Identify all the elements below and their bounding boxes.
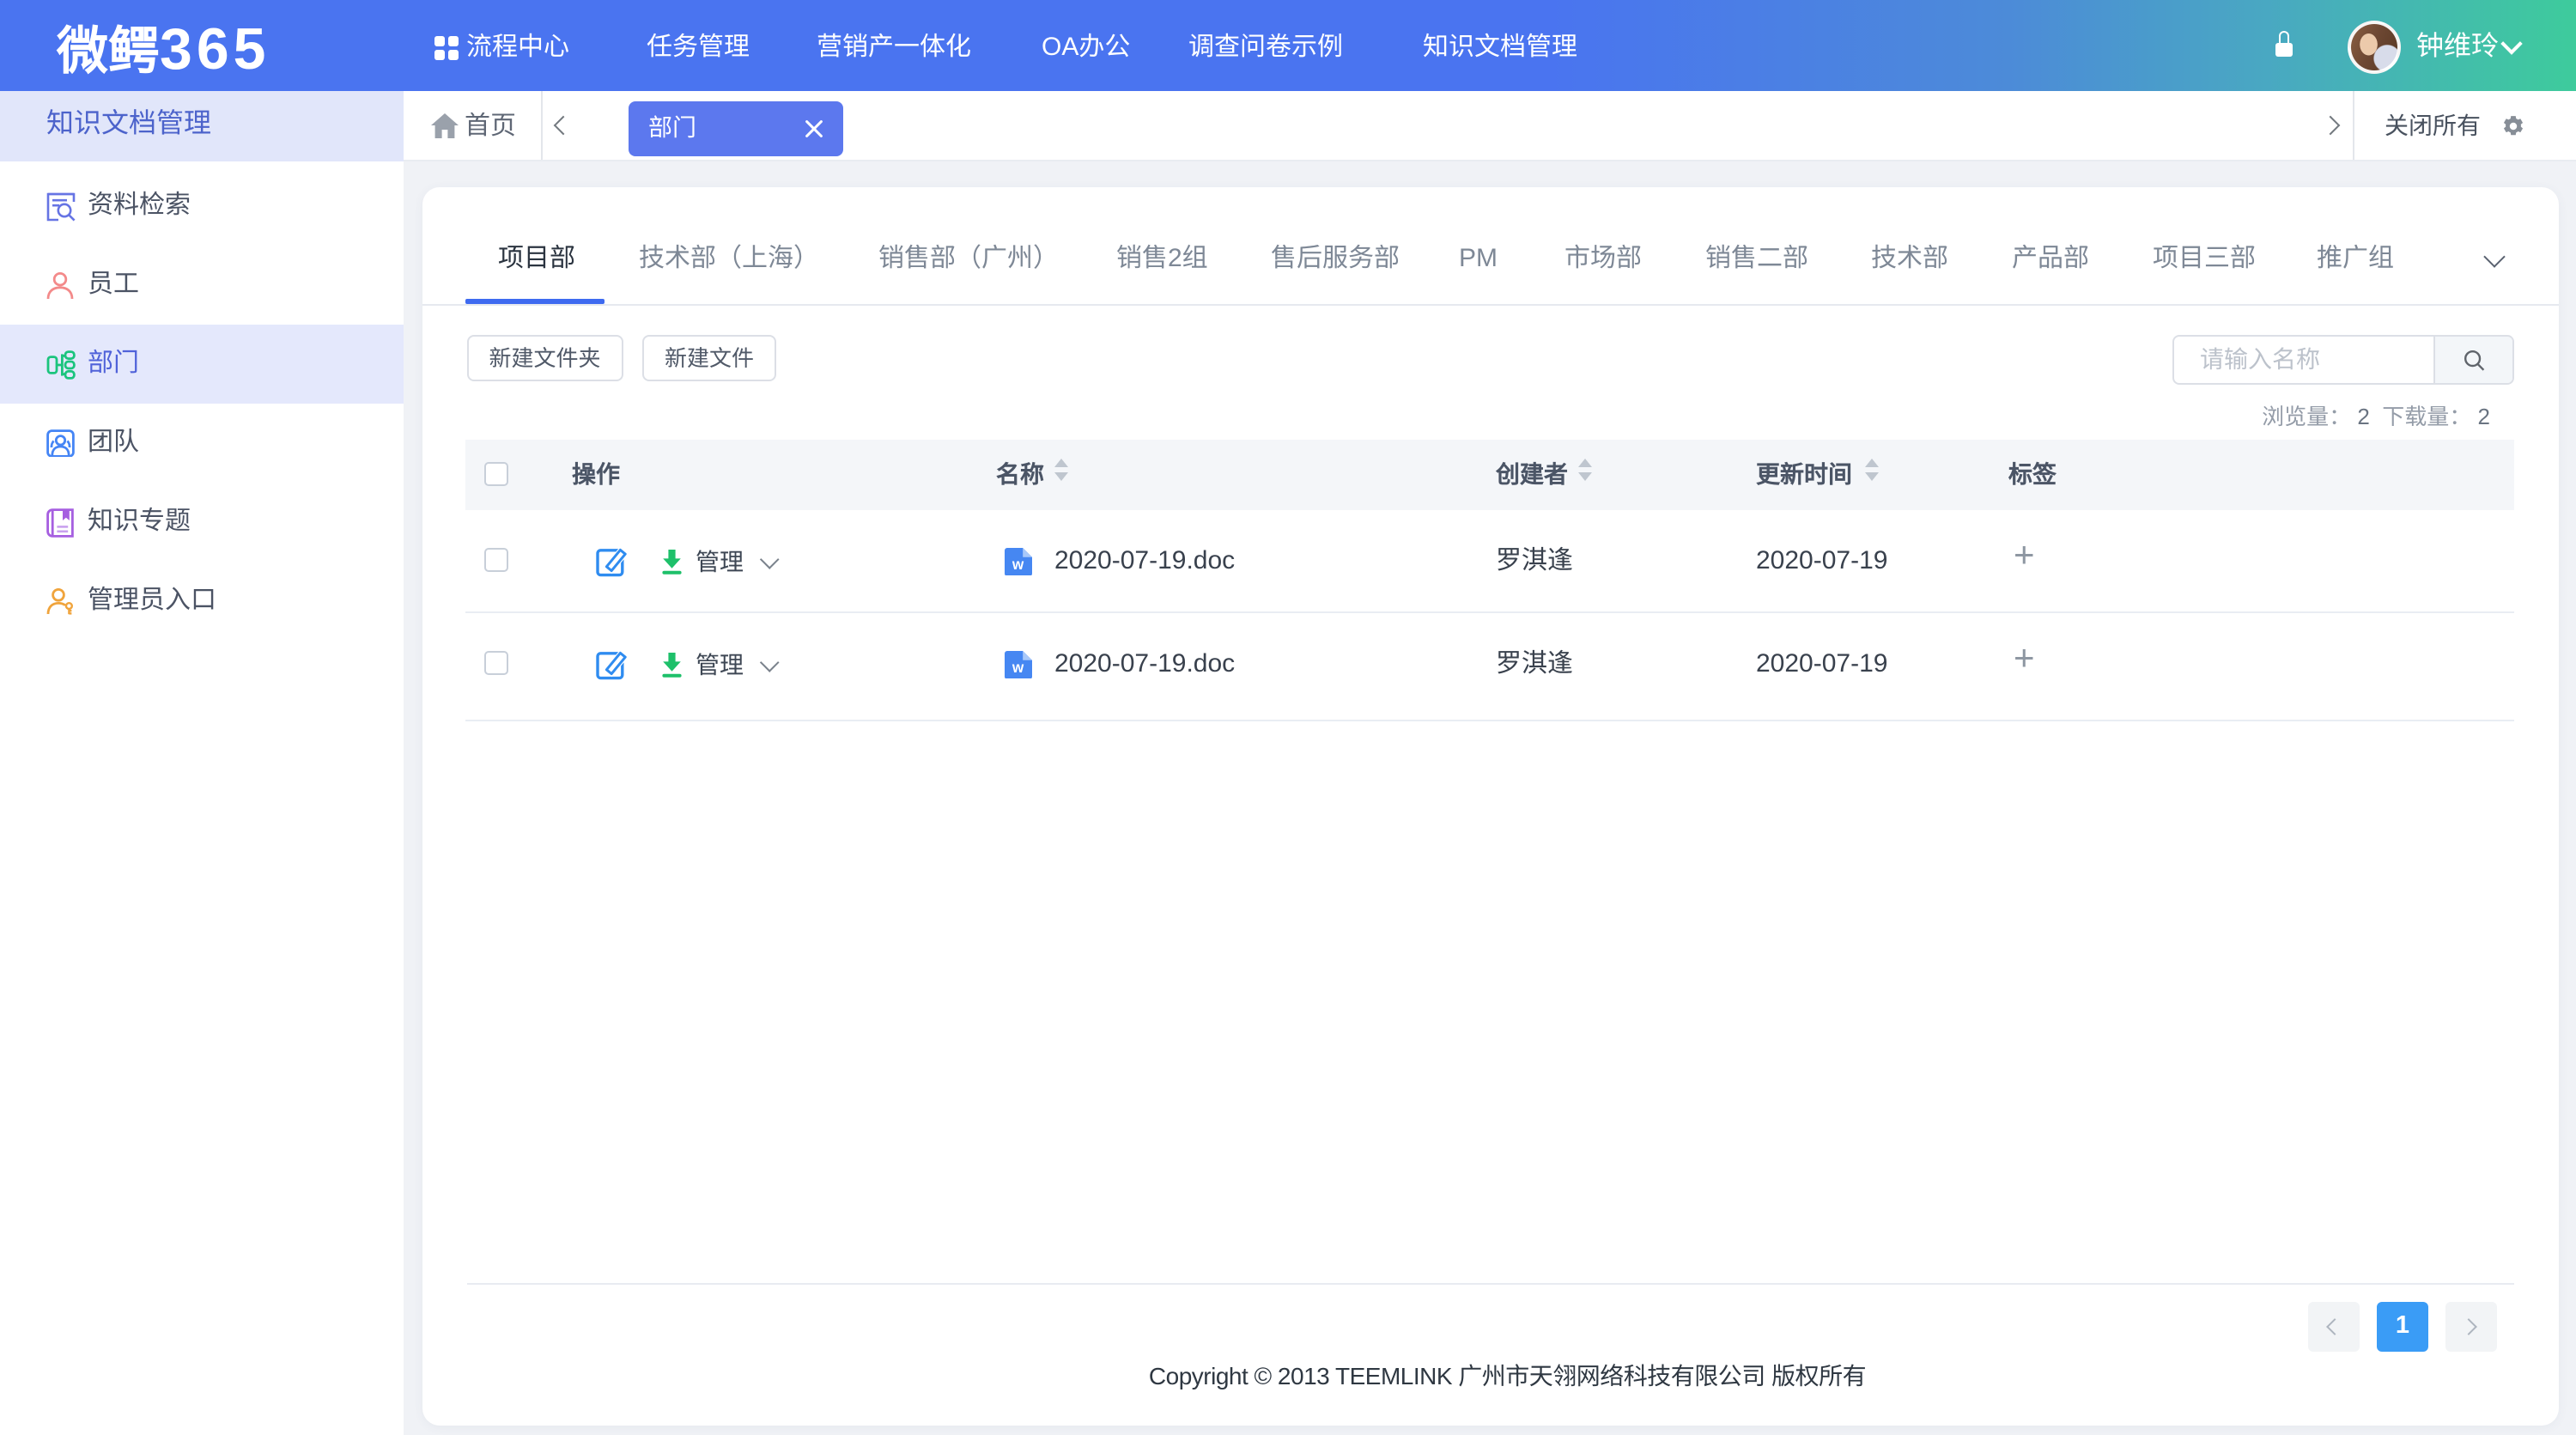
svg-text:w: w	[1012, 658, 1024, 675]
svg-text:w: w	[1012, 555, 1024, 572]
